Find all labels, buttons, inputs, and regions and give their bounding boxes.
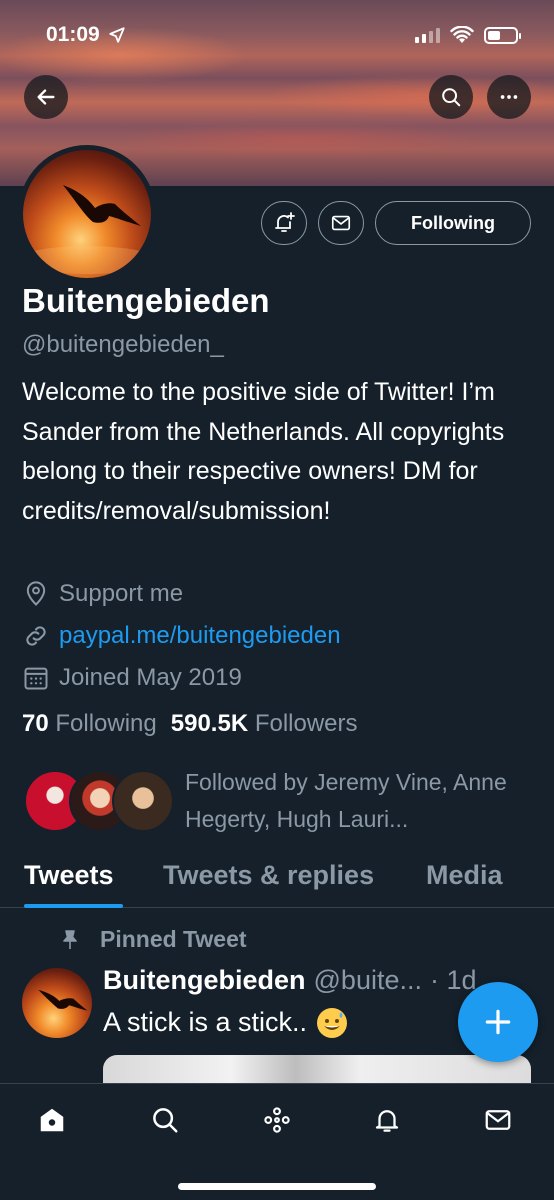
home-indicator[interactable] xyxy=(178,1183,376,1190)
active-tab-indicator xyxy=(24,904,123,908)
followers-count: 590.5K xyxy=(170,710,249,737)
compose-tweet-button[interactable] xyxy=(458,982,538,1062)
status-icons xyxy=(415,26,521,44)
profile-name: Buitengebieden xyxy=(22,282,270,319)
status-time: 01:09 xyxy=(46,23,100,46)
envelope-icon xyxy=(485,1110,511,1130)
nav-search[interactable] xyxy=(145,1100,185,1140)
wifi-icon xyxy=(450,26,474,43)
plus-icon xyxy=(485,1009,511,1035)
cellular-signal-icon xyxy=(415,27,440,43)
notifications-button[interactable] xyxy=(261,201,307,245)
tweet-time: · 1d xyxy=(429,965,477,995)
back-button[interactable] xyxy=(24,75,68,119)
bird-silhouette xyxy=(23,185,151,274)
spaces-icon xyxy=(264,1107,290,1133)
follow-counts: 70 Following 590.5K Followers xyxy=(22,710,358,738)
followed-by-avatars[interactable] xyxy=(24,770,174,834)
status-time-group: 01:09 xyxy=(46,23,126,47)
nav-home[interactable] xyxy=(32,1100,72,1140)
pinned-text: Pinned Tweet xyxy=(100,926,247,952)
tweet-media-preview[interactable] xyxy=(103,1055,531,1085)
envelope-icon xyxy=(331,215,351,231)
profile-avatar[interactable] xyxy=(18,145,156,283)
follower-avatar xyxy=(112,770,174,832)
tweet-header: Buitengebieden @buite... · 1d xyxy=(103,965,477,996)
tab-tweets-replies[interactable]: Tweets & replies xyxy=(163,860,374,891)
more-horizontal-icon xyxy=(500,95,518,99)
tweet-author-handle[interactable]: @buite... xyxy=(314,965,422,996)
bell-icon xyxy=(375,1110,399,1132)
nav-notifications[interactable] xyxy=(367,1100,407,1140)
joined-text: Joined May 2019 xyxy=(59,664,242,691)
battery-icon xyxy=(484,26,521,44)
profile-website[interactable]: paypal.me/buitengebieden xyxy=(22,622,341,650)
location-pin-icon xyxy=(26,581,46,606)
profile-joined: Joined May 2019 xyxy=(22,664,242,692)
following-count-link[interactable]: 70 Following xyxy=(22,710,157,738)
nav-spaces[interactable] xyxy=(257,1100,297,1140)
location-text: Support me xyxy=(59,580,184,607)
bird-silhouette xyxy=(38,989,88,1011)
tweet-author-name[interactable]: Buitengebieden xyxy=(103,965,306,996)
profile-bio: Welcome to the positive side of Twitter!… xyxy=(22,378,505,525)
nav-messages[interactable] xyxy=(478,1100,518,1140)
pinned-tweet-label: Pinned Tweet xyxy=(58,926,247,953)
tweet-text: A stick is a stick.. xyxy=(103,1007,308,1037)
tab-media[interactable]: Media xyxy=(426,860,503,891)
status-bar: 01:09 xyxy=(0,0,554,70)
followers-label: Followers xyxy=(254,710,358,737)
followers-count-link[interactable]: 590.5K Followers xyxy=(171,710,358,738)
location-arrow-icon xyxy=(109,27,125,43)
grinning-sweat-emoji-icon xyxy=(317,1007,348,1038)
search-icon xyxy=(153,1108,178,1133)
calendar-icon xyxy=(24,667,48,690)
tweet-avatar[interactable] xyxy=(22,968,92,1038)
following-label: Following xyxy=(55,710,157,737)
website-link[interactable]: paypal.me/buitengebieden xyxy=(59,622,341,650)
tweet-body[interactable]: A stick is a stick.. xyxy=(103,1007,348,1038)
profile-tabs: Tweets Tweets & replies Media xyxy=(0,850,554,908)
following-button[interactable]: Following xyxy=(375,201,531,245)
link-icon xyxy=(26,626,46,646)
bell-plus-icon xyxy=(275,212,295,232)
tab-tweets[interactable]: Tweets xyxy=(24,860,114,891)
followed-by-text[interactable]: Followed by Jeremy Vine, Anne Hegerty, H… xyxy=(185,764,535,838)
profile-handle: @buitengebieden_ xyxy=(22,331,224,358)
following-count: 70 xyxy=(22,710,49,737)
pin-icon xyxy=(63,929,77,949)
arrow-left-icon xyxy=(37,89,55,105)
profile-location: Support me xyxy=(22,580,183,608)
home-icon xyxy=(40,1108,64,1132)
search-icon xyxy=(442,88,461,107)
search-button[interactable] xyxy=(429,75,473,119)
message-button[interactable] xyxy=(318,201,364,245)
more-options-button[interactable] xyxy=(487,75,531,119)
